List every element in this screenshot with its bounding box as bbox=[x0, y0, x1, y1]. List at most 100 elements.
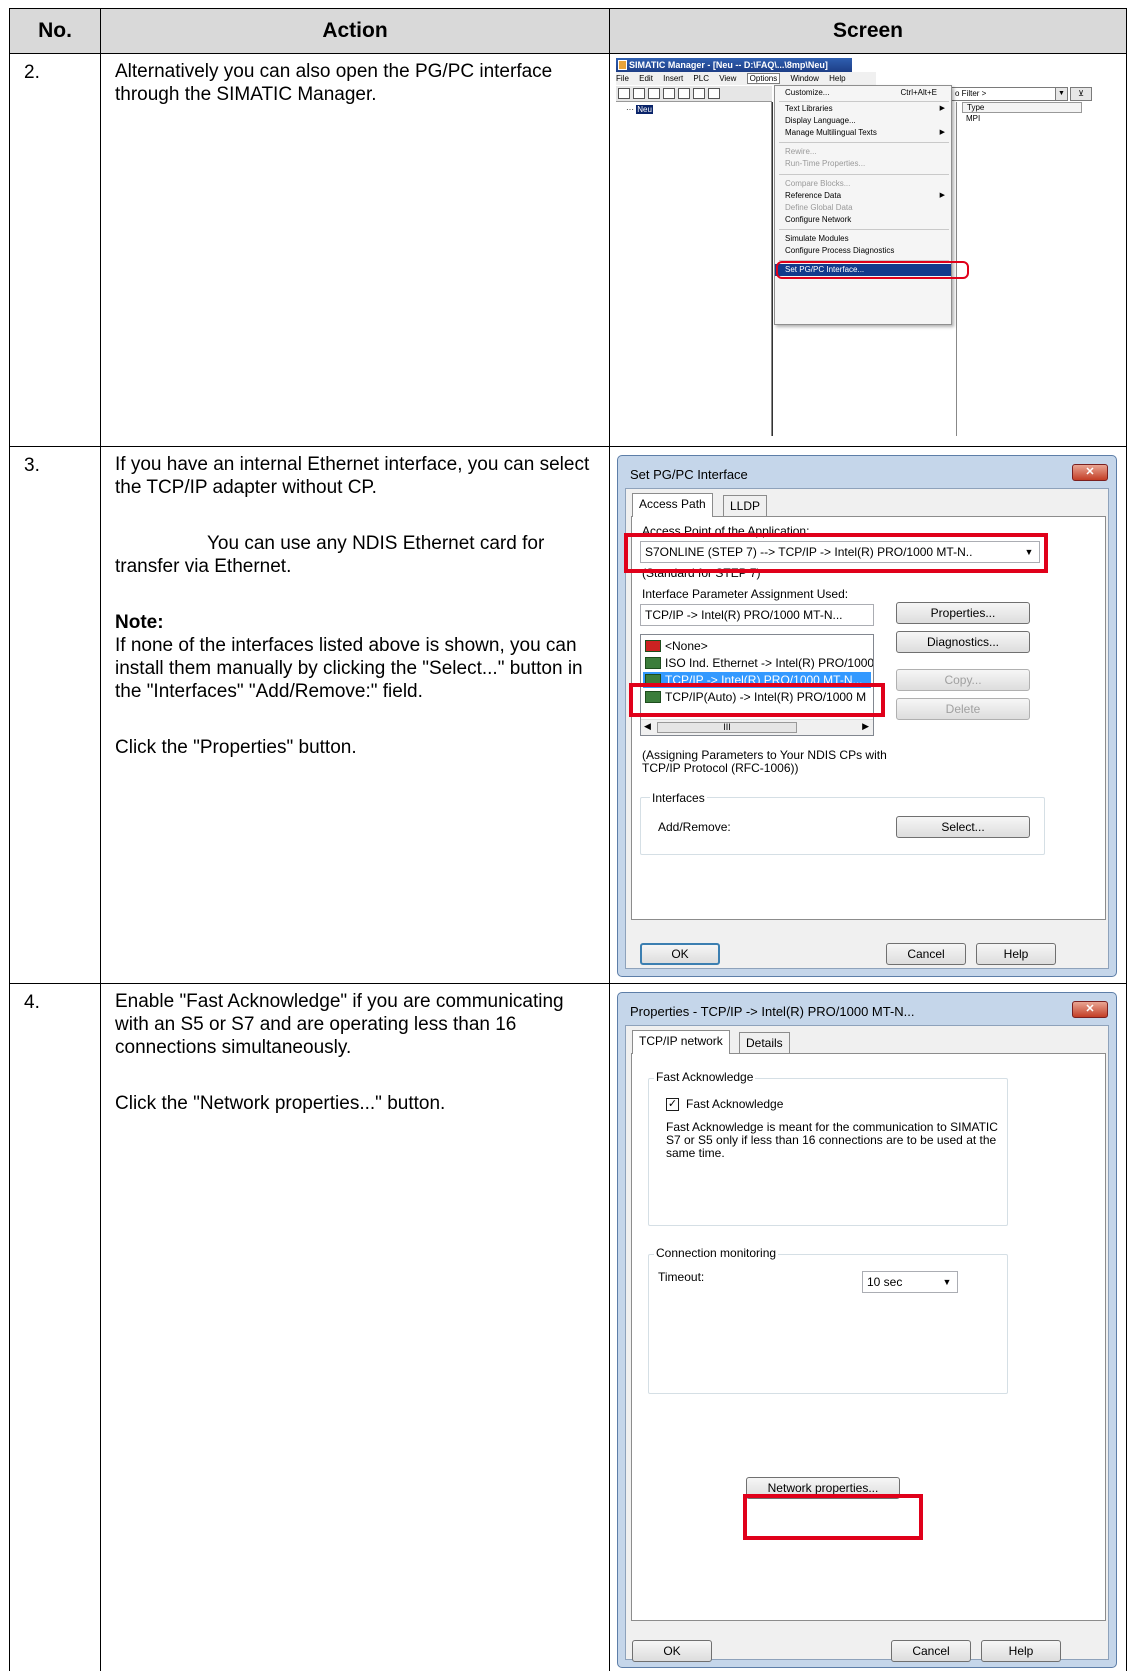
param-assignment-field[interactable]: TCP/IP -> Intel(R) PRO/1000 MT-N... bbox=[640, 604, 874, 626]
menu-item-runtime-properties: Run-Time Properties... bbox=[775, 158, 951, 170]
delete-button[interactable]: Delete bbox=[896, 698, 1030, 720]
timeout-select[interactable]: 10 sec ▼ bbox=[862, 1271, 958, 1293]
copy-button[interactable]: Copy... bbox=[896, 669, 1030, 691]
menu-separator bbox=[779, 142, 949, 143]
step-number: 4. bbox=[9, 983, 101, 1671]
fast-acknowledge-checkbox[interactable]: ✓ bbox=[666, 1098, 679, 1111]
menu-item-label: Rewire... bbox=[785, 147, 817, 156]
tree-item[interactable]: ··· Neu bbox=[626, 105, 653, 114]
horizontal-scrollbar[interactable]: ◀ III ▶ bbox=[641, 719, 873, 735]
menu-item-label: Display Language... bbox=[785, 116, 856, 125]
submenu-arrow-icon: ▶ bbox=[939, 105, 945, 112]
network-icon[interactable] bbox=[648, 88, 660, 99]
header-screen: Screen bbox=[609, 8, 1127, 54]
chevron-down-icon[interactable]: ▼ bbox=[1055, 88, 1067, 100]
action-text: You can use any NDIS Ethernet card for t… bbox=[115, 533, 545, 577]
action-text: Click the "Properties" button. bbox=[115, 737, 357, 758]
header-no: No. bbox=[9, 8, 101, 54]
menu-item-label: Compare Blocks... bbox=[785, 179, 851, 188]
diagnostics-button[interactable]: Diagnostics... bbox=[896, 631, 1030, 653]
properties-button[interactable]: Properties... bbox=[896, 602, 1030, 624]
menu-insert[interactable]: Insert bbox=[663, 74, 683, 83]
menu-item-display-language[interactable]: Display Language... bbox=[775, 115, 951, 127]
instruction-table: No. Action Screen 2. Alternatively you c… bbox=[9, 8, 1127, 1671]
menu-plc[interactable]: PLC bbox=[693, 74, 709, 83]
help-button[interactable]: Help bbox=[981, 1640, 1061, 1662]
cut-icon[interactable] bbox=[678, 88, 690, 99]
menu-window[interactable]: Window bbox=[790, 74, 818, 83]
scroll-thumb[interactable]: III bbox=[657, 722, 797, 733]
tab-tcpip-network[interactable]: TCP/IP network bbox=[632, 1030, 730, 1054]
step-number: 2. bbox=[9, 53, 101, 447]
header-action: Action bbox=[100, 8, 610, 54]
submenu-arrow-icon: ▶ bbox=[939, 129, 945, 136]
menu-item-customize[interactable]: Customize... Ctrl+Alt+E bbox=[775, 87, 951, 99]
open-icon[interactable] bbox=[633, 88, 645, 99]
tab-details[interactable]: Details bbox=[739, 1032, 790, 1054]
ok-button[interactable]: OK bbox=[632, 1640, 712, 1662]
menu-help[interactable]: Help bbox=[829, 74, 845, 83]
select-button[interactable]: Select... bbox=[896, 816, 1030, 838]
param-assignment-label: Interface Parameter Assignment Used: bbox=[642, 587, 849, 601]
close-icon[interactable]: ✕ bbox=[1072, 1001, 1108, 1018]
connection-monitoring-group-title: Connection monitoring bbox=[654, 1246, 779, 1260]
step-screen: Set PG/PC Interface ✕ Access Path LLDP A… bbox=[609, 446, 1127, 984]
step-action: Enable "Fast Acknowledge" if you are com… bbox=[100, 983, 610, 1671]
ok-button[interactable]: OK bbox=[640, 943, 720, 965]
menu-item-manage-texts[interactable]: Manage Multilingual Texts ▶ bbox=[775, 127, 951, 139]
tab-access-path[interactable]: Access Path bbox=[632, 493, 713, 517]
menu-edit[interactable]: Edit bbox=[639, 74, 653, 83]
simatic-manager-screenshot: SIMATIC Manager - [Neu -- D:\FAQ\...\8mp… bbox=[610, 54, 1125, 439]
column-header-type[interactable]: Type bbox=[962, 102, 1082, 113]
scroll-left-icon[interactable]: ◀ bbox=[644, 721, 651, 732]
fast-acknowledge-label[interactable]: Fast Acknowledge bbox=[686, 1097, 783, 1111]
menu-item-label: Customize... bbox=[785, 88, 830, 97]
dialog-title: Properties - TCP/IP -> Intel(R) PRO/1000… bbox=[630, 1004, 915, 1019]
accessible-nodes-icon[interactable] bbox=[663, 88, 675, 99]
filter-combo[interactable]: o Filter > ▼ bbox=[950, 87, 1068, 101]
menu-item-label: Text Libraries bbox=[785, 104, 833, 113]
scroll-right-icon[interactable]: ▶ bbox=[862, 721, 869, 732]
menu-item-simulate-modules[interactable]: Simulate Modules bbox=[775, 233, 951, 245]
menu-item-compare-blocks: Compare Blocks... bbox=[775, 178, 951, 190]
submenu-arrow-icon: ▶ bbox=[939, 192, 945, 199]
toolbar bbox=[616, 86, 772, 102]
note-text: If none of the interfaces listed above i… bbox=[115, 635, 583, 702]
action-text: Alternatively you can also open the PG/P… bbox=[115, 61, 553, 105]
cancel-button[interactable]: Cancel bbox=[886, 943, 966, 965]
help-button[interactable]: Help bbox=[976, 943, 1056, 965]
tab-lldp[interactable]: LLDP bbox=[723, 495, 768, 517]
menu-item-text-libraries[interactable]: Text Libraries ▶ bbox=[775, 103, 951, 115]
list-item[interactable]: <None> bbox=[643, 638, 871, 654]
step-action: If you have an internal Ethernet interfa… bbox=[100, 446, 610, 984]
pane-divider[interactable] bbox=[772, 102, 773, 436]
paste-icon[interactable] bbox=[708, 88, 720, 99]
menu-item-label: Configure Network bbox=[785, 215, 852, 224]
project-tree: ··· Neu bbox=[616, 102, 772, 436]
menu-item-label: Manage Multilingual Texts bbox=[785, 128, 877, 137]
interfaces-group-title: Interfaces bbox=[650, 791, 707, 805]
step-number: 3. bbox=[9, 446, 101, 984]
menu-item-reference-data[interactable]: Reference Data ▶ bbox=[775, 190, 951, 202]
cancel-button[interactable]: Cancel bbox=[891, 1640, 971, 1662]
list-item[interactable]: ISO Ind. Ethernet -> Intel(R) PRO/1000 bbox=[643, 655, 873, 671]
menu-item-configure-network[interactable]: Configure Network bbox=[775, 214, 951, 226]
close-icon[interactable]: ✕ bbox=[1072, 464, 1108, 481]
copy-icon[interactable] bbox=[693, 88, 705, 99]
action-text: Enable "Fast Acknowledge" if you are com… bbox=[115, 991, 564, 1058]
timeout-label: Timeout: bbox=[658, 1270, 705, 1284]
assignment-note: (Assigning Parameters to Your NDIS CPs w… bbox=[642, 748, 887, 775]
fast-acknowledge-description: Fast Acknowledge is meant for the commun… bbox=[666, 1120, 998, 1160]
menu-options[interactable]: Options bbox=[746, 73, 781, 84]
chevron-down-icon[interactable]: ▼ bbox=[939, 1274, 955, 1290]
menu-separator bbox=[779, 229, 949, 230]
window-titlebar: SIMATIC Manager - [Neu -- D:\FAQ\...\8mp… bbox=[616, 58, 852, 72]
timeout-value: 10 sec bbox=[867, 1275, 903, 1289]
filter-icon[interactable]: ⊻ bbox=[1070, 87, 1092, 101]
new-icon[interactable] bbox=[618, 88, 630, 99]
menu-item-label: Configure Process Diagnostics bbox=[785, 246, 895, 255]
menu-file[interactable]: File bbox=[616, 74, 629, 83]
menu-view[interactable]: View bbox=[719, 74, 736, 83]
menu-item-process-diagnostics[interactable]: Configure Process Diagnostics bbox=[775, 245, 951, 257]
window-title: SIMATIC Manager - [Neu -- D:\FAQ\...\8mp… bbox=[629, 60, 828, 70]
